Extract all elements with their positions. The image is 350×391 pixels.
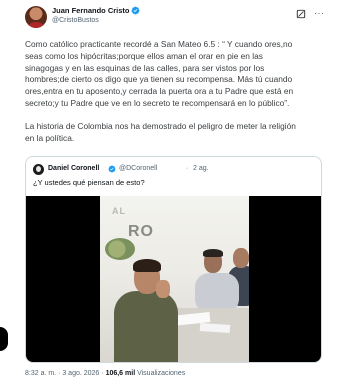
video-person-praying-hair — [133, 259, 161, 272]
video-person-middle-hair — [203, 249, 223, 257]
quoted-timestamp[interactable]: 2 ag. — [193, 165, 209, 172]
views-count: 106,6 mil — [105, 370, 136, 377]
quoted-video[interactable]: AL RO — [26, 196, 321, 362]
author-name[interactable]: Juan Fernando Cristo — [52, 6, 130, 15]
video-banner-small: AL — [112, 206, 126, 216]
views-label: Visualizaciones — [135, 370, 186, 377]
verified-badge-icon — [131, 6, 140, 15]
quoted-author-name[interactable]: Daniel Coronell — [48, 165, 99, 172]
video-person-praying-hands — [156, 280, 170, 298]
tweet-card: Juan Fernando Cristo @CristoBustos ··· C… — [0, 0, 350, 391]
quoted-tweet-text: ¿Y ustedes qué piensan de esto? — [33, 178, 145, 187]
quoted-verified-badge-icon — [108, 165, 116, 173]
tweet-meta: 8:32 a. m. · 3 ago. 2026 · 106,6 mil Vis… — [25, 370, 185, 377]
tweet-paragraph-1: Como católico practicante recordé a San … — [25, 39, 294, 108]
tweet-paragraph-2: La historia de Colombia nos ha demostrad… — [25, 120, 296, 143]
side-floating-button[interactable] — [0, 327, 8, 351]
quoted-author-avatar[interactable] — [33, 164, 44, 175]
video-person-middle-body — [195, 273, 239, 313]
more-options-icon[interactable]: ··· — [314, 9, 325, 18]
author-avatar[interactable] — [25, 6, 47, 28]
video-person-background-head — [233, 248, 249, 268]
quoted-separator: · — [186, 165, 189, 172]
quoted-tweet[interactable]: Daniel Coronell @DCoronell · 2 ag. ¿Y us… — [25, 156, 322, 363]
video-frame: AL RO — [100, 196, 249, 362]
tweet-timestamp[interactable]: 8:32 a. m. · 3 ago. 2026 · — [25, 370, 106, 377]
tweet-text: Como católico practicante recordé a San … — [25, 39, 325, 144]
video-plant — [105, 238, 135, 260]
video-banner-big: RO — [128, 223, 154, 240]
grok-icon[interactable] — [296, 9, 306, 19]
quoted-author-handle[interactable]: @DCoronell — [119, 165, 157, 172]
video-person-praying-body — [114, 291, 178, 362]
author-handle[interactable]: @CristoBustos — [52, 17, 99, 24]
